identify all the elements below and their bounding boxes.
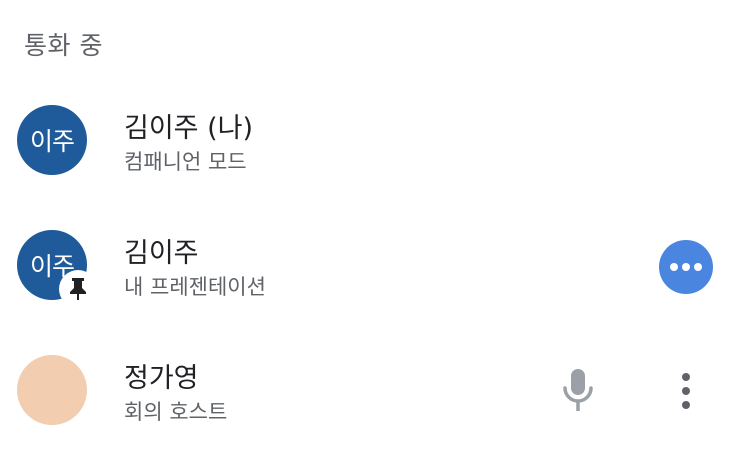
more-vertical-icon <box>681 371 691 411</box>
participant-row[interactable]: 정가영 회의 호스트 <box>0 340 736 440</box>
participant-name: 김이주 (나) <box>124 113 254 144</box>
participant-subtitle: 회의 호스트 <box>124 400 228 424</box>
more-options-button[interactable] <box>659 240 713 294</box>
participant-name: 정가영 <box>124 363 199 394</box>
section-header-in-call: 통화 중 <box>24 31 103 60</box>
avatar <box>17 355 87 425</box>
pin-badge <box>59 270 97 308</box>
avatar-initials: 이주 <box>29 127 75 156</box>
more-horizontal-icon <box>669 262 703 272</box>
microphone-icon <box>560 366 596 414</box>
pin-icon <box>68 277 88 301</box>
participant-subtitle: 내 프레젠테이션 <box>124 275 266 299</box>
participant-subtitle: 컴패니언 모드 <box>124 150 247 174</box>
participant-row[interactable]: 이주 김이주 내 프레젠테이션 <box>0 215 736 315</box>
microphone-status-button[interactable] <box>556 362 600 418</box>
more-options-button[interactable] <box>666 365 706 417</box>
participant-row[interactable]: 이주 김이주 (나) 컴패니언 모드 <box>0 90 736 190</box>
avatar: 이주 <box>17 105 87 175</box>
participant-name: 김이주 <box>124 238 199 269</box>
